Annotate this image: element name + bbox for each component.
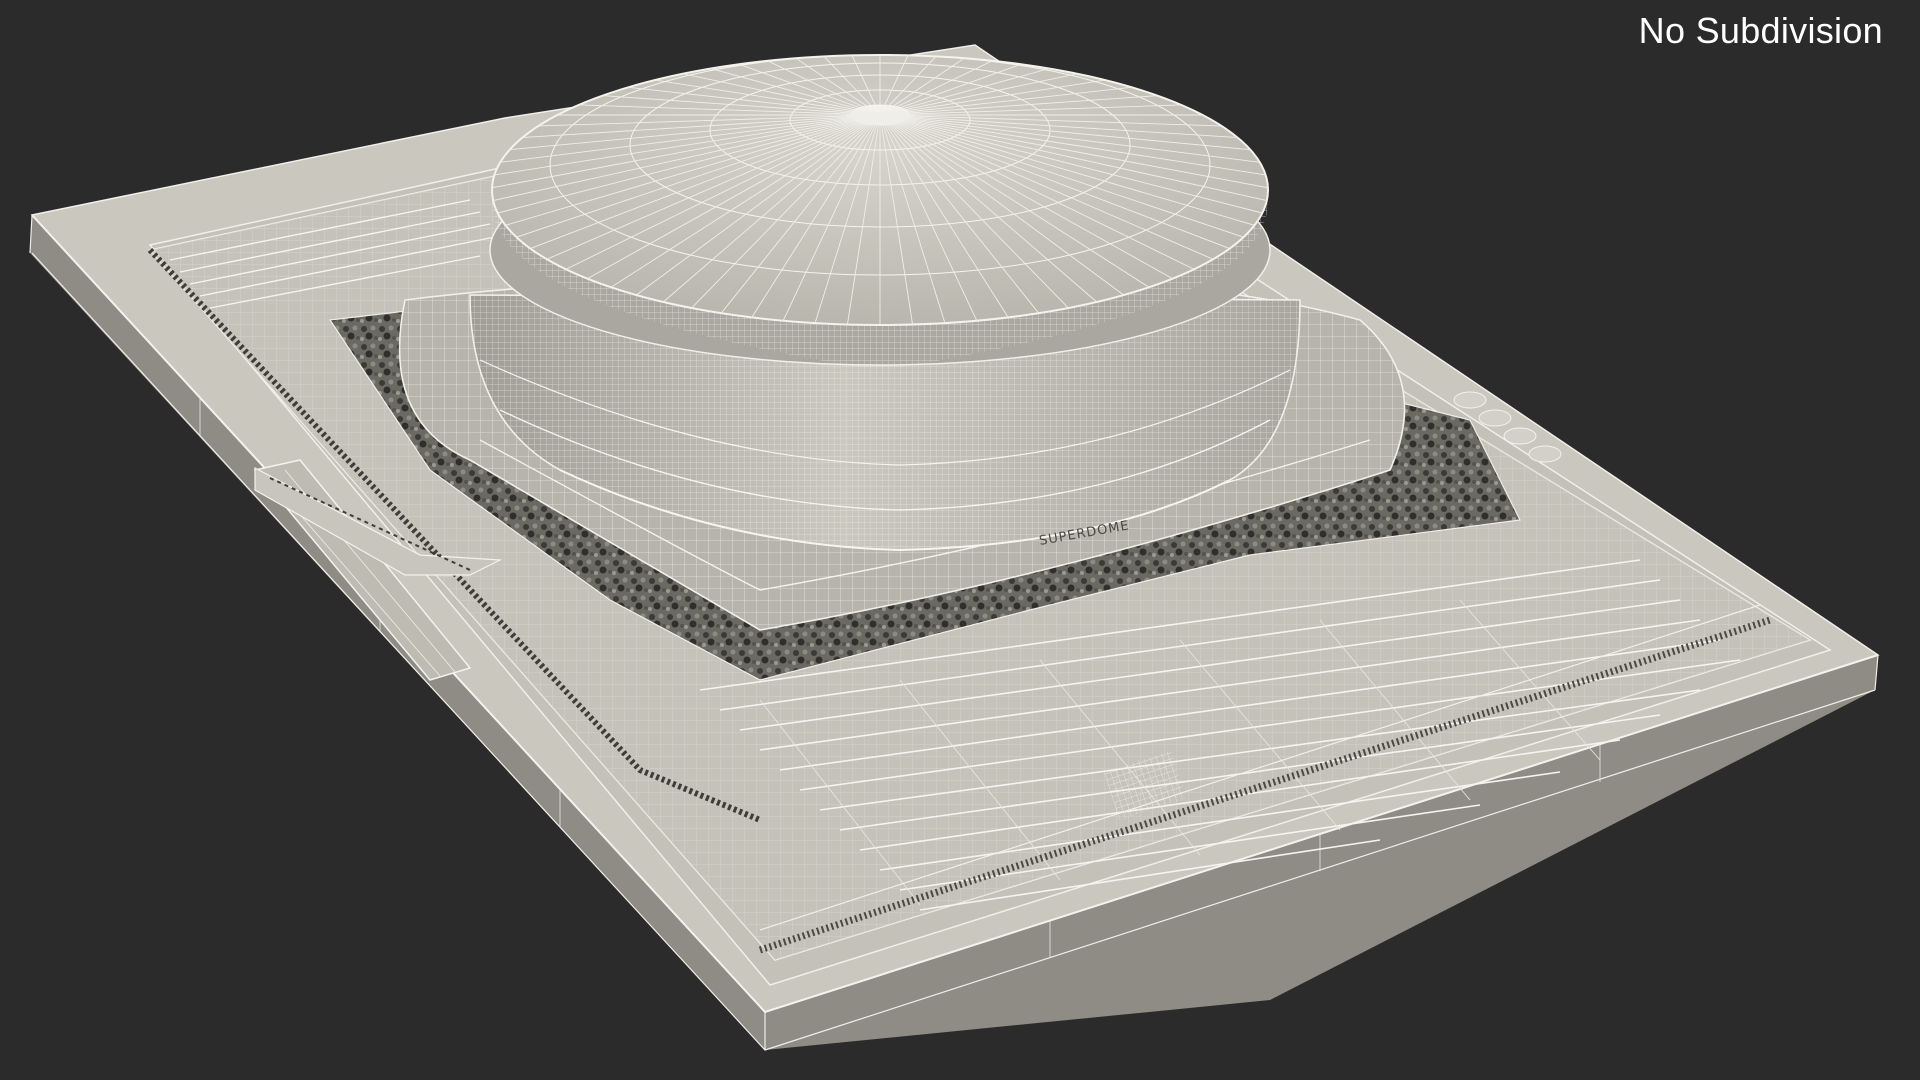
stadium-model-render: SUPERDOME	[29, 44, 1880, 1051]
render-viewport: SUPERDOME No Subdivision	[0, 0, 1920, 1080]
dome-roof	[489, 54, 1271, 370]
render-mode-label: No Subdivision	[1638, 10, 1883, 51]
